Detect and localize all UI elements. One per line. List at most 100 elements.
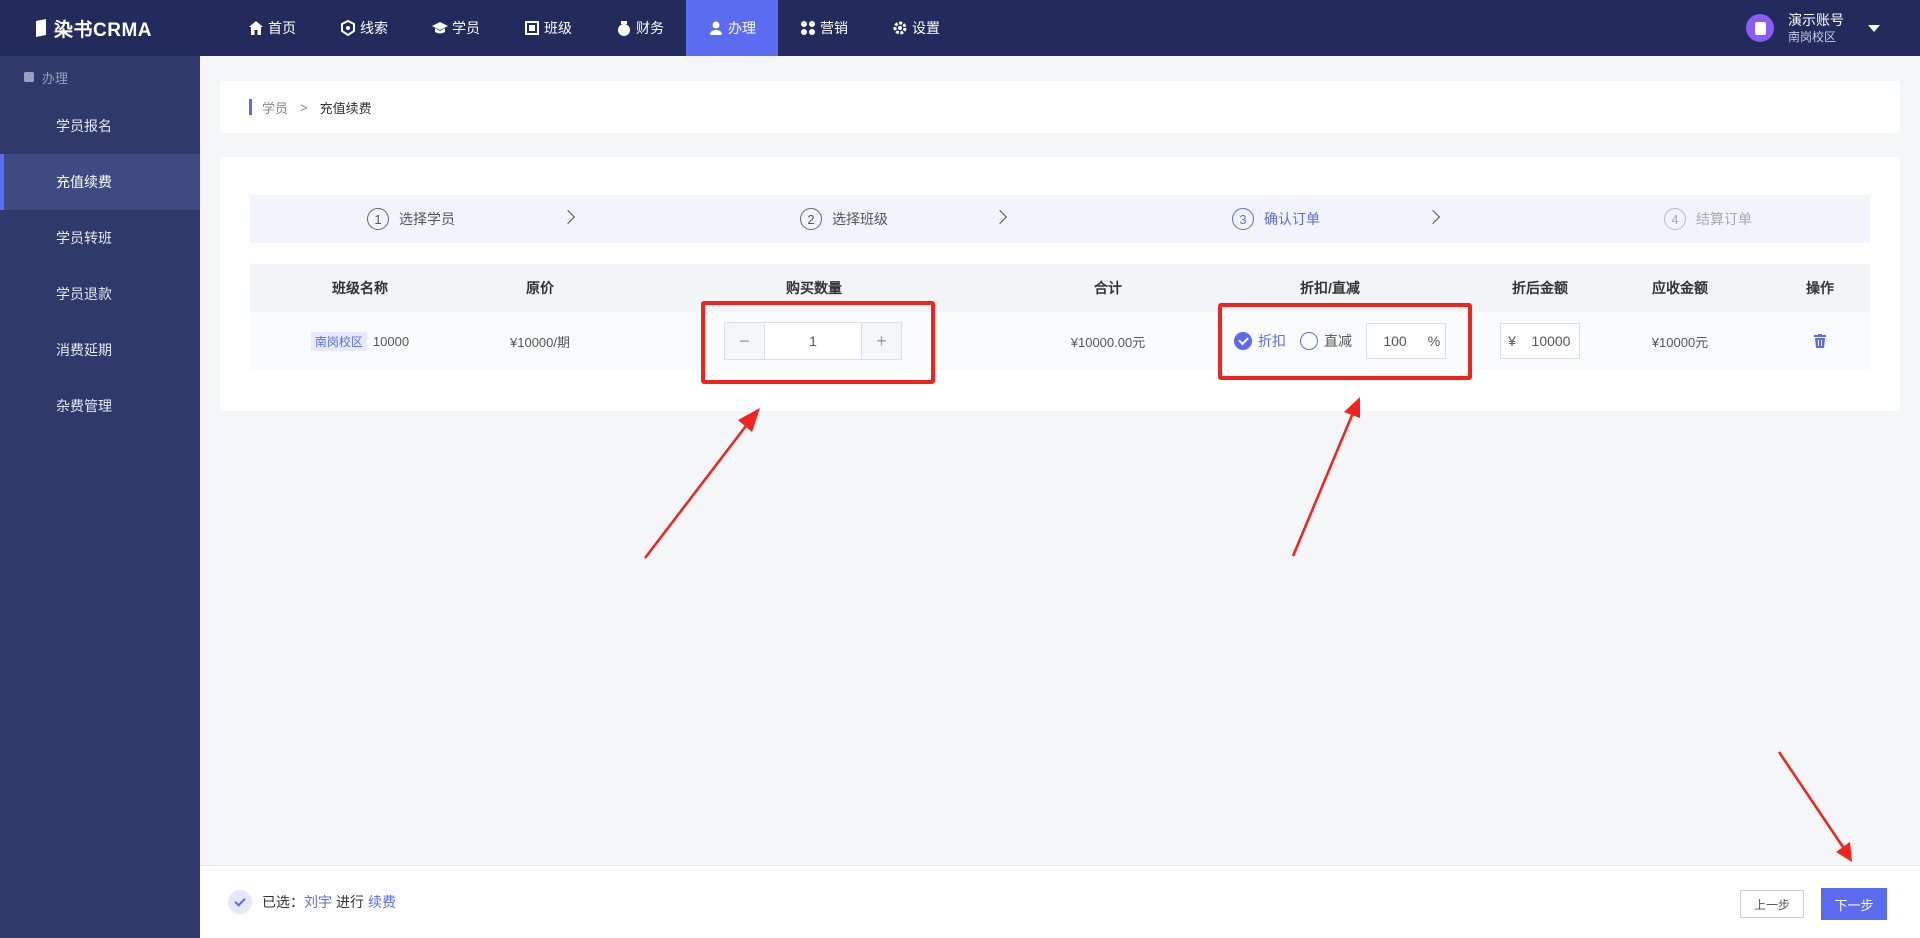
- nav-label: 线索: [360, 20, 388, 36]
- step-label: 选择学员: [399, 211, 455, 227]
- handle-icon: [710, 21, 722, 35]
- delete-icon[interactable]: [1814, 334, 1826, 348]
- nav-label: 首页: [268, 20, 296, 36]
- step-number: 2: [800, 208, 822, 230]
- annotation-arrows: [644, 397, 1852, 862]
- price-cell: ¥10000/期: [510, 334, 570, 350]
- sidebar-item-extension[interactable]: 消费延期: [0, 322, 200, 378]
- class-icon: [525, 21, 539, 35]
- sidebar: 办理 学员报名 充值续费 学员转班 学员退款 消费延期 杂费管理: [0, 56, 200, 938]
- step-2: 2 选择班级: [800, 195, 888, 243]
- selected-middle: 进行: [336, 894, 364, 910]
- student-icon: [432, 22, 448, 34]
- finance-icon: [618, 21, 630, 36]
- breadcrumb-current: 充值续费: [319, 100, 372, 116]
- nav-item-classes[interactable]: 班级: [502, 0, 594, 56]
- arrow-to-next-button: [1777, 751, 1852, 862]
- logo-icon: [36, 19, 46, 37]
- clue-icon: [341, 20, 355, 36]
- logo-text: 染书CRMA: [54, 19, 152, 41]
- main-nav: 首页 线索 学员 班级 财务 办理 营销 设置: [226, 0, 962, 56]
- step-number: 1: [367, 208, 389, 230]
- check-circle-icon: [228, 890, 252, 914]
- nav-item-settings[interactable]: 设置: [870, 0, 962, 56]
- col-total: 合计: [1094, 280, 1122, 296]
- selected-student: 刘宇: [304, 894, 332, 910]
- step-1: 1 选择学员: [367, 195, 455, 243]
- nav-label: 设置: [912, 20, 940, 36]
- next-step-button[interactable]: 下一步: [1821, 888, 1887, 920]
- sidebar-section-label: 办理: [42, 70, 69, 86]
- quantity-highlight-box: [701, 301, 935, 384]
- selected-prefix: 已选：: [262, 894, 304, 910]
- currency-symbol: ¥: [1508, 333, 1516, 349]
- step-3: 3 确认订单: [1232, 195, 1320, 243]
- nav-item-finance[interactable]: 财务: [594, 0, 686, 56]
- order-table-header: 班级名称 原价 购买数量 合计 折扣/直减 折后金额 应收金额 操作: [250, 264, 1870, 312]
- selection-summary: 已选： 刘宇 进行 续费: [228, 890, 396, 914]
- table-row: 南岗校区 10000 ¥10000/期 − 1 + ¥10000.00元 折扣 …: [250, 312, 1870, 370]
- home-icon: [249, 21, 263, 35]
- breadcrumb-parent[interactable]: 学员: [262, 98, 288, 117]
- sidebar-item-misc-fees[interactable]: 杂费管理: [0, 378, 200, 434]
- discount-highlight-box: [1218, 303, 1472, 380]
- user-campus: 南岗校区: [1788, 30, 1837, 44]
- nav-label: 财务: [636, 20, 664, 36]
- step-number: 4: [1664, 208, 1686, 230]
- breadcrumb: 学员 > 充值续费: [220, 81, 1900, 133]
- step-4: 4 结算订单: [1664, 195, 1752, 243]
- user-menu[interactable]: 演示账号 南岗校区: [1746, 0, 1880, 56]
- col-class-name: 班级名称: [332, 280, 388, 296]
- sidebar-item-recharge[interactable]: 充值续费: [0, 154, 200, 210]
- marketing-icon: [801, 21, 815, 35]
- breadcrumb-separator: >: [300, 99, 308, 115]
- prev-step-button[interactable]: 上一步: [1740, 890, 1804, 918]
- nav-label: 班级: [544, 20, 572, 36]
- nav-label: 办理: [728, 20, 756, 36]
- step-label: 选择班级: [832, 211, 888, 227]
- total-cell: ¥10000.00元: [1070, 334, 1146, 350]
- col-action: 操作: [1806, 280, 1834, 296]
- sidebar-section-header: 办理: [0, 56, 200, 98]
- class-name-cell: 南岗校区 10000: [290, 312, 430, 370]
- nav-item-students[interactable]: 学员: [410, 0, 502, 56]
- nav-item-home[interactable]: 首页: [226, 0, 318, 56]
- col-receivable: 应收金额: [1652, 280, 1708, 296]
- top-nav-bar: 染书CRMA 首页 线索 学员 班级 财务 办理 营销 设置 演示账号 南岗校区: [0, 0, 1920, 56]
- nav-label: 学员: [452, 20, 480, 36]
- selected-action: 续费: [368, 894, 396, 910]
- col-price: 原价: [526, 280, 554, 296]
- step-number: 3: [1232, 208, 1254, 230]
- sidebar-item-refund[interactable]: 学员退款: [0, 266, 200, 322]
- sidebar-item-transfer[interactable]: 学员转班: [0, 210, 200, 266]
- user-name: 演示账号: [1788, 12, 1844, 28]
- footer-bar: 已选： 刘宇 进行 续费 上一步 下一步: [200, 865, 1920, 938]
- section-icon: [24, 72, 34, 82]
- nav-item-handle[interactable]: 办理: [686, 0, 778, 56]
- receivable-cell: ¥10000元: [1651, 334, 1709, 350]
- step-label: 确认订单: [1264, 211, 1320, 227]
- after-discount-value: 10000: [1531, 333, 1571, 349]
- nav-item-clues[interactable]: 线索: [318, 0, 410, 56]
- after-discount-input[interactable]: ¥ 10000: [1500, 323, 1580, 359]
- campus-tag: 南岗校区: [310, 331, 367, 351]
- sidebar-item-enroll[interactable]: 学员报名: [0, 98, 200, 154]
- chevron-down-icon[interactable]: [1868, 24, 1880, 32]
- nav-item-marketing[interactable]: 营销: [778, 0, 870, 56]
- arrow-to-quantity: [644, 408, 760, 559]
- class-name: 10000: [372, 333, 410, 349]
- breadcrumb-accent-bar: [249, 99, 252, 115]
- step-progress: 1 选择学员 2 选择班级 3 确认订单 4 结算订单: [250, 195, 1870, 243]
- avatar: [1746, 14, 1774, 42]
- action-cell: [1780, 312, 1860, 370]
- chevron-right-icon: [1425, 209, 1441, 225]
- after-discount-cell: ¥ 10000: [1500, 312, 1580, 370]
- col-after-discount: 折后金额: [1512, 280, 1568, 296]
- app-logo[interactable]: 染书CRMA: [0, 0, 200, 56]
- arrow-to-discount: [1291, 397, 1360, 557]
- chevron-right-icon: [560, 209, 576, 225]
- settings-icon: [893, 21, 907, 35]
- nav-label: 营销: [820, 20, 848, 36]
- step-label: 结算订单: [1696, 211, 1752, 227]
- chevron-right-icon: [992, 209, 1008, 225]
